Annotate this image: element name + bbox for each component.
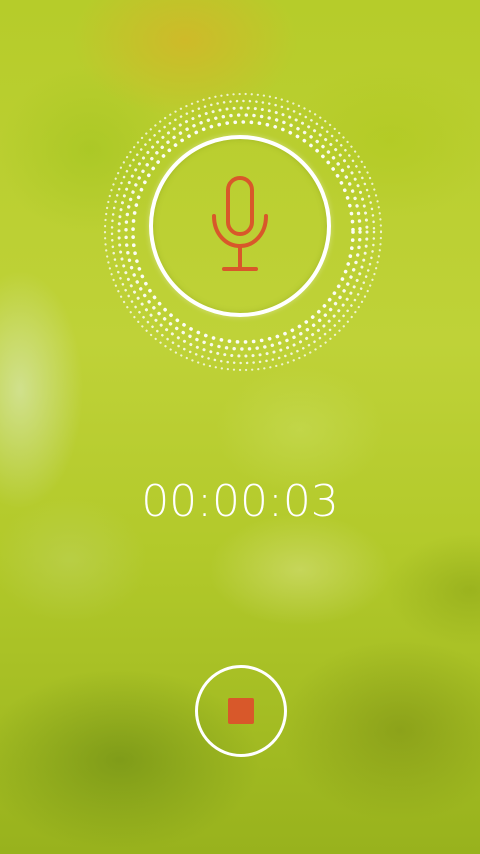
elapsed-time: 00:00:03 — [141, 476, 339, 527]
stop-recording-button[interactable] — [195, 665, 287, 757]
microphone-icon — [212, 176, 268, 271]
microphone-button[interactable] — [149, 135, 331, 317]
stop-icon — [228, 698, 254, 724]
